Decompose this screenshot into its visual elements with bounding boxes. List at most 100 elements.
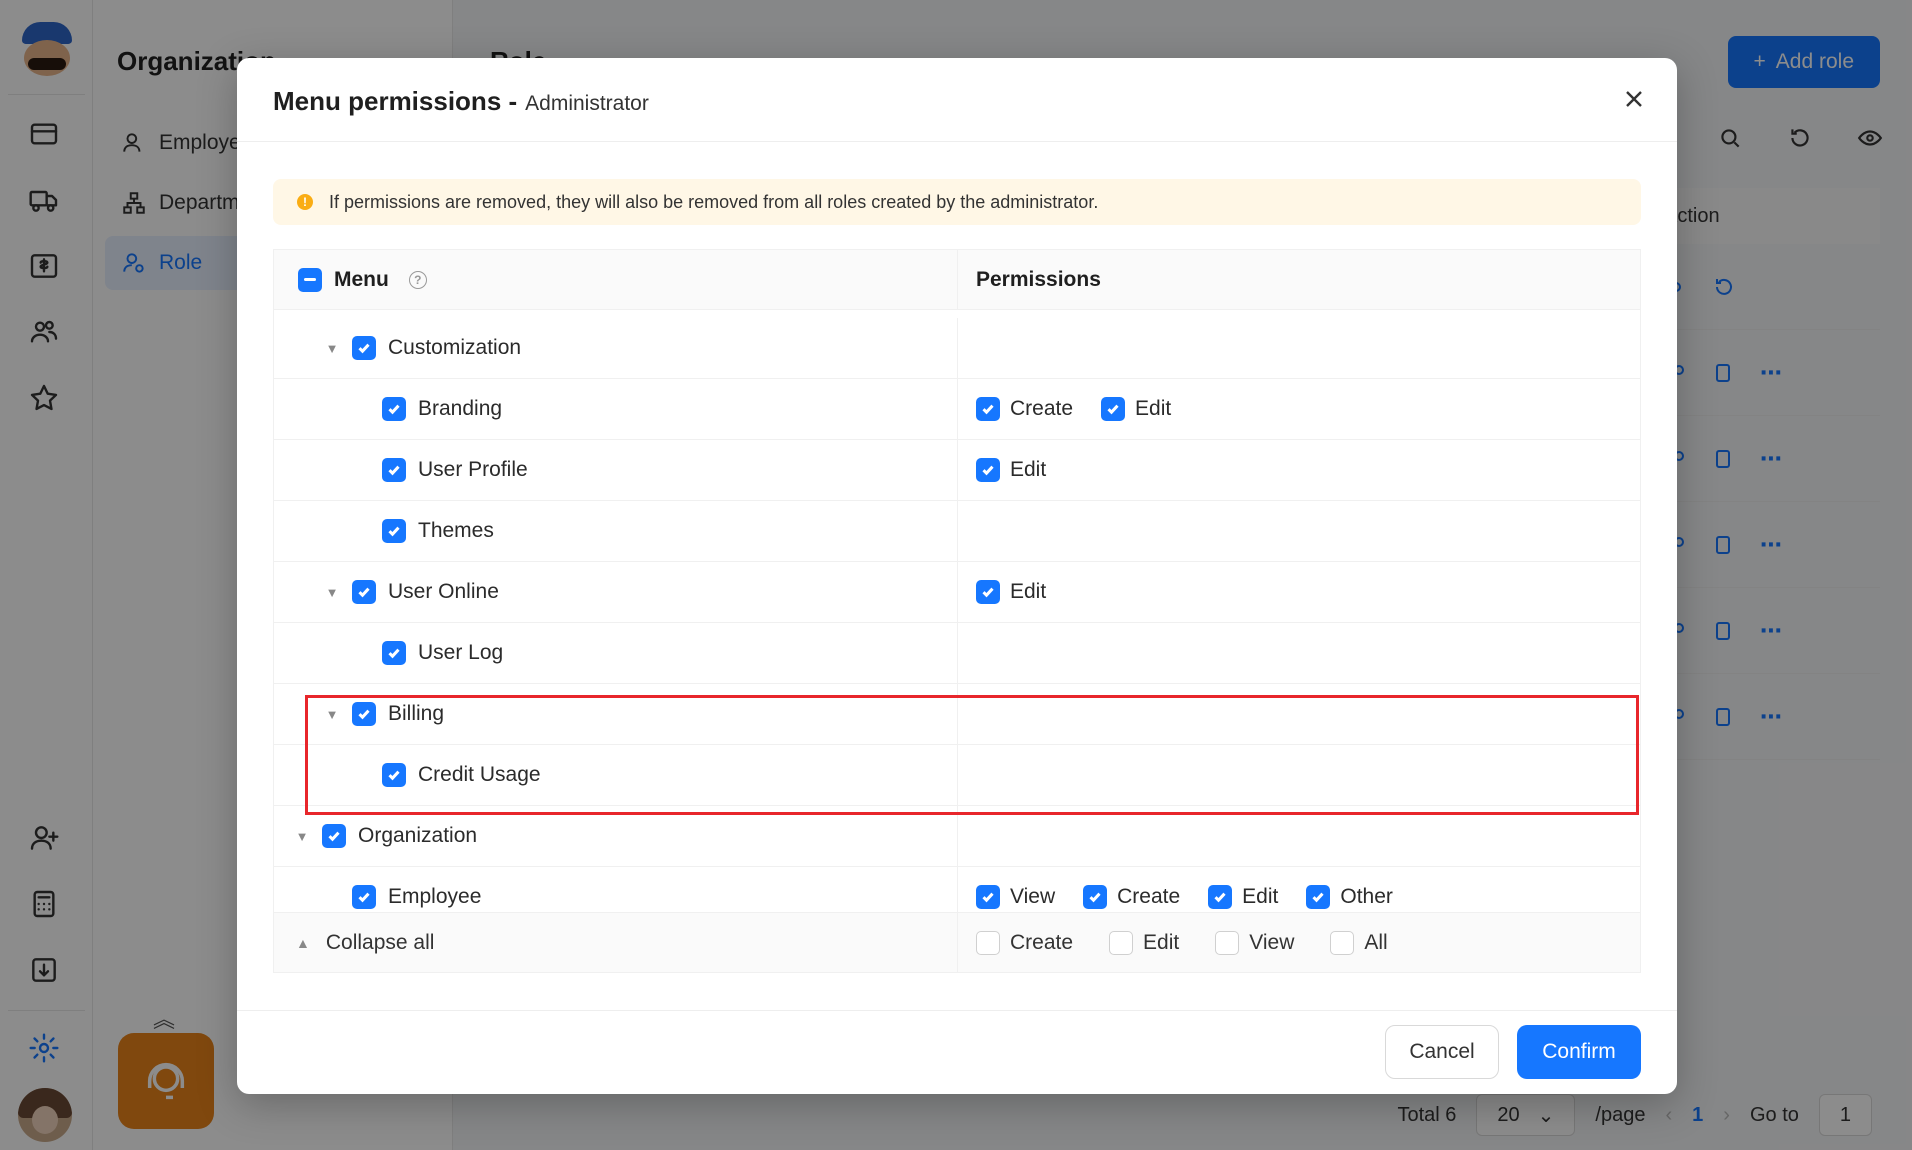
table-row: User Profile Edit xyxy=(274,440,1640,501)
caret-down-icon[interactable]: ▼ xyxy=(324,340,340,356)
menu-checkbox[interactable] xyxy=(352,580,376,604)
select-all-checkbox[interactable] xyxy=(298,267,322,292)
permission-checkbox[interactable] xyxy=(976,458,1000,482)
bulk-permission-option[interactable]: All xyxy=(1330,930,1388,955)
menu-checkbox[interactable] xyxy=(352,702,376,726)
permission-option[interactable]: View xyxy=(976,885,1055,909)
menu-checkbox[interactable] xyxy=(382,641,406,665)
close-icon[interactable] xyxy=(1621,86,1647,112)
permission-option[interactable]: Create xyxy=(1083,885,1180,909)
table-footer: ▲ Collapse all Create Edit View All xyxy=(274,912,1640,972)
menu-label: Branding xyxy=(418,397,503,420)
permission-option[interactable]: Create xyxy=(976,397,1073,421)
menu-checkbox[interactable] xyxy=(382,397,406,421)
confirm-button[interactable]: Confirm xyxy=(1517,1025,1641,1079)
bulk-permission-checkbox[interactable] xyxy=(976,930,1000,955)
table-row: Employee View Create Edit Other xyxy=(274,867,1640,914)
menu-label: User Profile xyxy=(418,458,528,481)
permission-checkbox[interactable] xyxy=(1083,885,1108,909)
menu-label: Organization xyxy=(358,824,478,847)
menu-column-header: Menu xyxy=(334,267,389,291)
table-row: Themes xyxy=(274,501,1640,562)
menu-checkbox[interactable] xyxy=(382,763,406,787)
permission-option[interactable]: Other xyxy=(1306,885,1393,909)
bulk-permission-label: View xyxy=(1249,930,1295,954)
table-row: Credit Usage xyxy=(274,745,1640,806)
menu-checkbox[interactable] xyxy=(322,824,346,848)
caret-up-icon: ▲ xyxy=(296,934,310,951)
permission-label: Edit xyxy=(1135,397,1172,420)
permission-checkbox[interactable] xyxy=(976,580,1000,604)
permission-option[interactable]: Edit xyxy=(1208,885,1278,909)
permission-checkbox[interactable] xyxy=(1306,885,1331,909)
caret-down-icon[interactable]: ▼ xyxy=(324,706,340,722)
table-header: Menu ? Permissions xyxy=(274,250,1640,310)
table-row: User Log xyxy=(274,623,1640,684)
caret-down-icon[interactable]: ▼ xyxy=(294,828,310,844)
menu-label: Themes xyxy=(418,519,494,542)
menu-label: User Online xyxy=(388,580,499,603)
menu-label: Credit Usage xyxy=(418,763,541,786)
permission-label: Other xyxy=(1340,885,1393,908)
permission-option[interactable]: Edit xyxy=(1101,397,1171,421)
bulk-permission-label: All xyxy=(1364,930,1388,954)
bulk-permission-checkbox[interactable] xyxy=(1109,930,1134,955)
table-row: ▼ Billing xyxy=(274,684,1640,745)
permission-label: Edit xyxy=(1010,458,1047,481)
permission-checkbox[interactable] xyxy=(1208,885,1233,909)
modal-subtitle: Administrator xyxy=(525,92,649,115)
menu-label: Customization xyxy=(388,336,522,359)
permission-label: Create xyxy=(1010,397,1074,420)
table-body: ▼ Customization Branding Create Edit User Pro… xyxy=(274,318,1640,914)
modal-title-text: Menu permissions - xyxy=(273,86,518,116)
modal-header: Menu permissions - Administrator xyxy=(237,58,1677,142)
bulk-permission-checkbox[interactable] xyxy=(1330,930,1355,955)
menu-checkbox[interactable] xyxy=(352,336,376,360)
permission-label: Edit xyxy=(1010,580,1047,603)
alert-text: If permissions are removed, they will al… xyxy=(329,191,1099,212)
menu-checkbox[interactable] xyxy=(352,885,376,909)
bulk-permission-option[interactable]: Create xyxy=(976,930,1074,955)
menu-label: User Log xyxy=(418,641,504,664)
permissions-column-header: Permissions xyxy=(976,267,1101,291)
permissions-table: Menu ? Permissions ▼ Customization Brandin… xyxy=(273,249,1641,973)
permission-option[interactable]: Edit xyxy=(976,458,1046,482)
permission-checkbox[interactable] xyxy=(976,397,1000,421)
collapse-all-label: Collapse all xyxy=(325,930,435,954)
bulk-permission-label: Edit xyxy=(1143,930,1180,954)
table-row: ▼ Organization xyxy=(274,806,1640,867)
bulk-permission-option[interactable]: View xyxy=(1215,930,1295,955)
menu-checkbox[interactable] xyxy=(382,519,406,543)
cancel-button[interactable]: Cancel xyxy=(1385,1025,1499,1079)
permission-label: Edit xyxy=(1242,885,1279,908)
help-icon[interactable]: ? xyxy=(408,270,427,289)
menu-permissions-modal: Menu permissions - Administrator ! If per… xyxy=(237,58,1677,1094)
permission-checkbox[interactable] xyxy=(976,885,1000,909)
warning-icon: ! xyxy=(297,194,313,210)
menu-label: Billing xyxy=(388,702,445,725)
warning-alert: ! If permissions are removed, they will … xyxy=(273,179,1641,225)
bulk-permission-label: Create xyxy=(1010,930,1074,954)
permission-checkbox[interactable] xyxy=(1101,397,1126,421)
permission-label: View xyxy=(1010,885,1056,908)
modal-footer: Cancel Confirm xyxy=(237,1010,1677,1094)
table-row: ▼ User Online Edit xyxy=(274,562,1640,623)
bulk-permission-option[interactable]: Edit xyxy=(1109,930,1180,955)
menu-checkbox[interactable] xyxy=(382,458,406,482)
menu-label: Employee xyxy=(388,885,482,908)
caret-down-icon[interactable]: ▼ xyxy=(324,584,340,600)
collapse-all-toggle[interactable]: ▲ Collapse all xyxy=(274,913,958,972)
table-row: Branding Create Edit xyxy=(274,379,1640,440)
modal-title: Menu permissions - Administrator xyxy=(273,86,649,117)
permission-option[interactable]: Edit xyxy=(976,580,1046,604)
table-row: ▼ Customization xyxy=(274,318,1640,379)
bulk-permission-checkbox[interactable] xyxy=(1215,930,1240,955)
permission-label: Create xyxy=(1117,885,1181,908)
bulk-permissions: Create Edit View All xyxy=(958,913,1640,972)
